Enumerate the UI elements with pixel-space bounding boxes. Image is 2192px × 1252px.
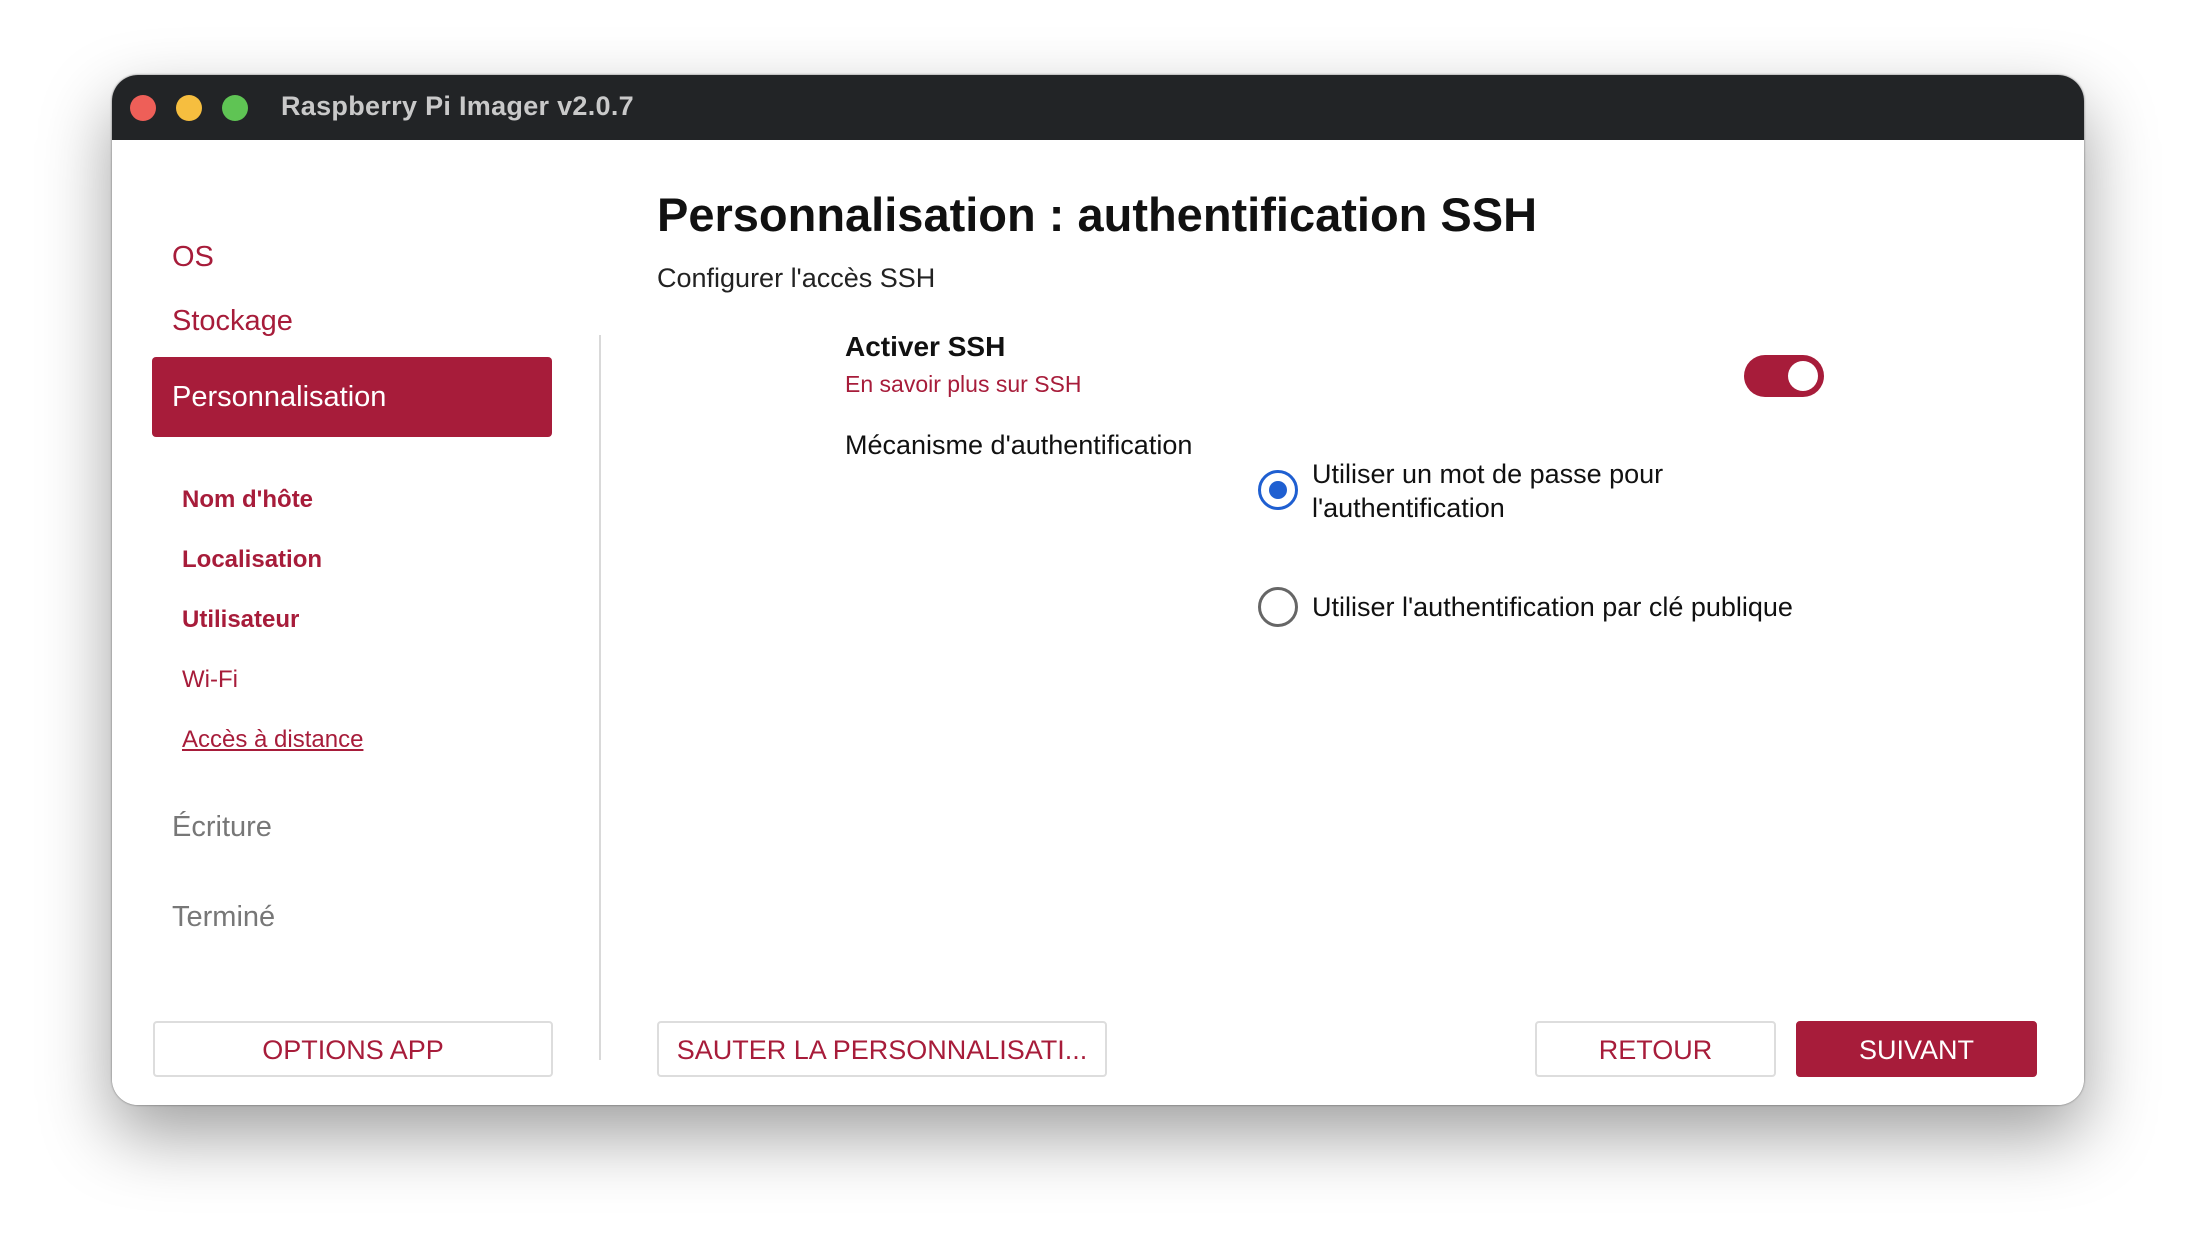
sidebar-item-personnalisation[interactable]: Personnalisation xyxy=(152,357,552,437)
page-title: Personnalisation : authentification SSH xyxy=(657,188,1538,241)
window-title: Raspberry Pi Imager v2.0.7 xyxy=(281,91,634,121)
auth-mechanism-label: Mécanisme d'authentification xyxy=(845,430,1193,460)
password-auth-label[interactable]: Utiliser un mot de passe pour l'authenti… xyxy=(1312,457,1663,525)
learn-more-ssh-link[interactable]: En savoir plus sur SSH xyxy=(845,371,1081,398)
public-key-auth-label[interactable]: Utiliser l'authentification par clé publ… xyxy=(1312,590,1793,624)
sidebar-subitem-localisation[interactable]: Localisation xyxy=(182,546,322,574)
options-app-button[interactable]: OPTIONS APP xyxy=(153,1021,553,1077)
password-auth-label-line2: l'authentification xyxy=(1312,493,1505,523)
enable-ssh-toggle[interactable] xyxy=(1744,355,1824,397)
sidebar-item-termine: Terminé xyxy=(172,901,276,933)
enable-ssh-label: Activer SSH xyxy=(845,331,1006,362)
sidebar-item-stockage[interactable]: Stockage xyxy=(152,281,552,361)
next-button[interactable]: SUIVANT xyxy=(1796,1021,2037,1077)
sidebar-subitem-acces-distance[interactable]: Accès à distance xyxy=(182,726,363,754)
sidebar-item-ecriture: Écriture xyxy=(172,811,272,843)
app-window: Raspberry Pi Imager v2.0.7 OS Stockage P… xyxy=(112,75,2084,1105)
title-bar[interactable]: Raspberry Pi Imager v2.0.7 xyxy=(112,75,2084,140)
sidebar-subitem-utilisateur[interactable]: Utilisateur xyxy=(182,606,299,634)
close-window-icon[interactable] xyxy=(130,95,156,121)
sidebar-subitem-wifi[interactable]: Wi-Fi xyxy=(182,666,238,694)
page-subtitle: Configurer l'accès SSH xyxy=(657,263,936,293)
password-auth-radio[interactable] xyxy=(1258,470,1298,510)
maximize-window-icon[interactable] xyxy=(222,95,248,121)
minimize-window-icon[interactable] xyxy=(176,95,202,121)
back-button[interactable]: RETOUR xyxy=(1535,1021,1776,1077)
toggle-knob xyxy=(1788,361,1818,391)
public-key-auth-radio[interactable] xyxy=(1258,587,1298,627)
sidebar-divider xyxy=(599,335,601,1060)
radio-selected-dot xyxy=(1269,481,1287,499)
password-auth-label-line1: Utiliser un mot de passe pour xyxy=(1312,459,1664,489)
sidebar-subitem-nom-hote[interactable]: Nom d'hôte xyxy=(182,486,313,514)
skip-customization-button[interactable]: SAUTER LA PERSONNALISATI... xyxy=(657,1021,1107,1077)
